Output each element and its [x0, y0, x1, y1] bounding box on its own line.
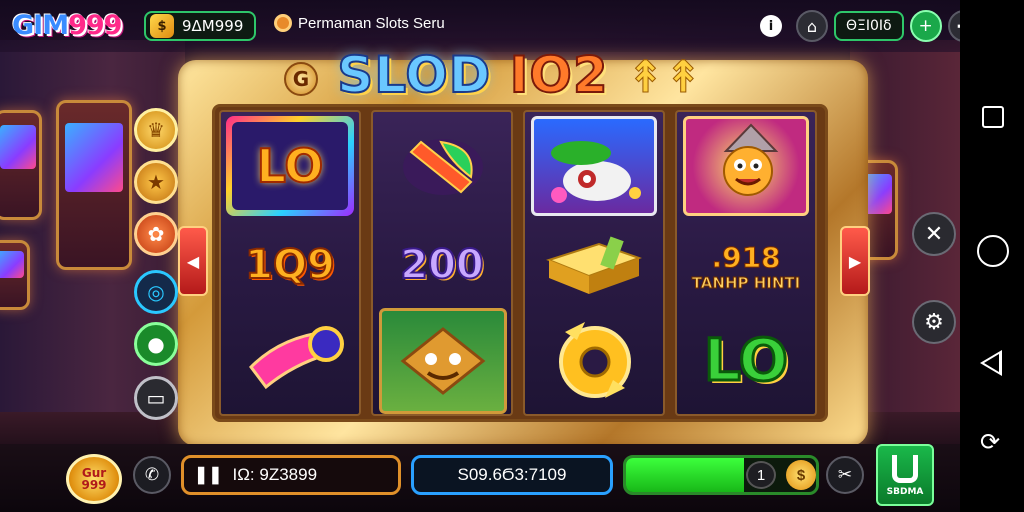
ghost-hat-icon [531, 116, 657, 216]
star-icon[interactable]: ★ [134, 160, 178, 204]
pause-icon[interactable]: ❚❚ [194, 465, 223, 485]
win-value: S09.6Ϭ3:7109 [457, 465, 567, 484]
wallet-icon[interactable]: ▭ [134, 376, 178, 420]
coin-balance: 9ΔM999 [182, 17, 244, 35]
status-icon[interactable]: ● [134, 322, 178, 366]
bet-value: 1 [746, 461, 776, 489]
top-right-controls: i ⌂ ΘΞΙ0Ιδ + ✚ [760, 9, 980, 43]
gold-bars-icon [539, 230, 649, 302]
brand-logo: GIM999 [12, 10, 122, 41]
wizard-mascot-icon [683, 116, 809, 216]
game-screen: GIM999 $ 9ΔM999 Permaman Slots Seru i ⌂ … [0, 0, 1024, 512]
autoplay-icon[interactable]: ✂ [826, 456, 864, 494]
gold-ring-icon [545, 312, 645, 408]
game-title-text: Permaman Slots Seru [298, 14, 445, 32]
brand-chip-button[interactable]: Gur 999 [66, 454, 122, 504]
win-display: S09.6Ϭ3:7109 [411, 455, 613, 495]
back-icon[interactable] [980, 350, 1002, 376]
game-headline: SLOD IO2 ↟↟ [336, 45, 703, 105]
reel-left-arrow[interactable]: ◀ [178, 226, 208, 296]
background-slot-machine [0, 240, 30, 310]
symbol-lo: LO [702, 325, 789, 396]
rotate-icon[interactable]: ⟳ [980, 428, 1000, 456]
spin-label: SBDMA [886, 487, 924, 497]
reel-2: 200 [371, 110, 513, 416]
symbol-bonus-text: .918 TANHP HINTI [691, 240, 801, 292]
close-icon[interactable]: ✕ [912, 212, 956, 256]
bet-coin-icon[interactable]: $ [786, 460, 816, 490]
account-code[interactable]: ΘΞΙ0Ιδ [834, 11, 904, 41]
phone-icon[interactable]: ✆ [133, 456, 171, 494]
home-icon[interactable] [977, 235, 1009, 267]
balance-display: ❚❚ ΙΩ: 9Ζ3899 [181, 455, 401, 495]
symbol-number: 200 [399, 241, 484, 289]
reel-1: LO 1Q9 [219, 110, 361, 416]
bet-slider-fill [626, 458, 744, 492]
jungle-mask-icon [379, 308, 507, 414]
reel-3 [523, 110, 665, 416]
recent-apps-icon[interactable] [982, 106, 1004, 128]
trophy-icon[interactable]: ♛ [134, 108, 178, 152]
chat-icon[interactable]: ◎ [134, 270, 178, 314]
settings-icon[interactable]: ⚙ [912, 300, 956, 344]
balance-value: ΙΩ: 9Ζ3899 [232, 465, 318, 484]
symbol-number: 1Q9 [244, 241, 336, 289]
spin-icon [892, 455, 918, 483]
info-icon[interactable]: i [760, 15, 782, 37]
gem-bar-icon [241, 312, 351, 392]
gift-icon[interactable]: ✿ [134, 212, 178, 256]
game-title-icon [274, 14, 292, 32]
add-icon[interactable]: + [909, 10, 942, 42]
symbol-lo-tile: LO [226, 116, 354, 216]
background-slot-machine [0, 110, 42, 220]
reel-4: .918 TANHP HINTI LO [675, 110, 817, 416]
coin-icon: $ [150, 14, 174, 38]
reel-right-arrow[interactable]: ▶ [840, 226, 870, 296]
camera-icon[interactable]: ⌂ [796, 10, 828, 42]
coin-balance-pill[interactable]: $ 9ΔM999 [144, 11, 256, 41]
spin-button[interactable]: SBDMA [876, 444, 934, 506]
game-title: Permaman Slots Seru [274, 14, 445, 32]
background-slot-machine [56, 100, 132, 270]
leaf-icon [391, 122, 495, 212]
bet-slider[interactable]: 1 $ [623, 455, 819, 495]
